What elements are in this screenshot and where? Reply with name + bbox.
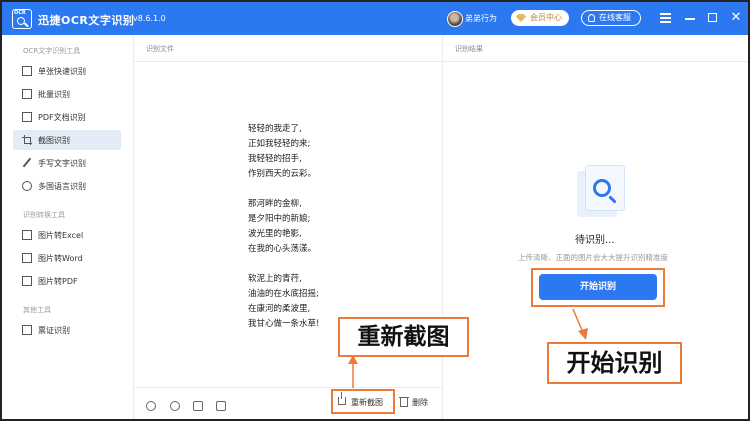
pdf-doc-icon [22,112,32,122]
sidebar-item-single-scan[interactable]: 单张快速识别 [13,61,121,81]
sidebar-item-label: 票证识别 [38,326,70,335]
poem-line: 波光里的艳影, [248,229,302,239]
service-label: 在线客服 [599,13,631,22]
poem-line: 轻轻的我走了, [248,124,302,134]
online-service-button[interactable]: 在线客服 [581,10,641,26]
logo-text: OCR [14,10,26,16]
zoom-in-icon[interactable] [146,401,156,411]
sidebar-item-multilang[interactable]: 多国语言识别 [13,176,121,196]
sidebar-item-pdf-doc[interactable]: PDF文档识别 [13,107,121,127]
start-callout: 开始识别 [547,342,682,384]
sidebar-item-label: 多国语言识别 [38,182,86,191]
delete-label: 删除 [412,398,428,407]
poem-line: 那河畔的金柳, [248,199,302,209]
batch-icon [22,89,32,99]
poem-line: 作别西天的云彩。 [248,169,317,179]
sidebar-item-label: 图片转Word [38,254,83,263]
sidebar-item-label: 单张快速识别 [38,67,86,76]
sidebar-item-batch[interactable]: 批量识别 [13,84,121,104]
poem-line: 是夕阳中的新娘; [248,214,311,224]
sidebar-item-label: 手写文字识别 [38,159,86,168]
maximize-icon[interactable] [706,10,720,26]
sidebar-item-excel[interactable]: 图片转Excel [13,225,121,245]
app-logo-icon: OCR [12,9,32,29]
single-scan-icon [22,66,32,76]
poem-line: 软泥上的青荇, [248,274,302,284]
recapture-callout: 重新截图 [338,317,469,357]
sidebar-item-label: 图片转PDF [38,277,78,286]
zoom-out-icon[interactable] [170,401,180,411]
menu-icon[interactable] [659,10,673,26]
user-icon [588,14,595,22]
start-recognition-button[interactable]: 开始识别 [539,274,657,300]
trash-icon [399,397,409,407]
sidebar-item-word[interactable]: 图片转Word [13,248,121,268]
sidebar-section-title: 识别转换工具 [23,211,65,219]
excel-icon [22,230,32,240]
poem-line: 我甘心做一条水草! [248,319,320,329]
fit-screen-icon[interactable] [216,401,226,411]
diamond-icon [516,14,526,22]
document-search-icon [571,165,631,217]
poem-line: 在康河的柔波里, [248,304,311,314]
app-window: OCR 迅捷OCR文字识别 v8.6.1.0 弟弟行为 会员中心 在线客服 ✕ … [0,0,750,421]
vip-label: 会员中心 [530,13,562,22]
sidebar: OCR文字识别工具 单张快速识别 批量识别 PDF文档识别 截图识别 手写文字识… [2,35,134,419]
poem-line: 正如我轻轻的来; [248,139,311,149]
upload-hint: 上传清晰、正面的图片会大大提升识别精准度 [518,253,668,262]
sidebar-section-title: 其他工具 [23,306,51,314]
rotate-icon[interactable] [193,401,203,411]
poem-line: 我轻轻的招手, [248,154,302,164]
app-title: 迅捷OCR文字识别 [38,14,135,27]
vip-center-button[interactable]: 会员中心 [511,10,569,26]
globe-icon [22,181,32,191]
sidebar-item-screenshot[interactable]: 截图识别 [13,130,121,150]
sidebar-section-title: OCR文字识别工具 [23,47,81,55]
app-version: v8.6.1.0 [133,14,166,23]
file-panel: 识别文件 轻轻的我走了, 正如我轻轻的来; 我轻轻的招手, 作别西天的云彩。 那… [134,35,443,419]
crop-icon [22,135,32,145]
sidebar-item-ticket[interactable]: 票证识别 [13,320,121,340]
username[interactable]: 弟弟行为 [465,13,497,24]
avatar[interactable] [447,11,463,27]
sidebar-item-handwriting[interactable]: 手写文字识别 [13,153,121,173]
sidebar-item-label: PDF文档识别 [38,113,86,122]
close-icon[interactable]: ✕ [729,10,743,26]
pen-icon [22,158,32,168]
file-panel-title: 识别文件 [146,45,174,53]
poem-line: 油油的在水底招摇; [248,289,319,299]
sidebar-item-label: 图片转Excel [38,231,84,240]
sidebar-item-pdf[interactable]: 图片转PDF [13,271,121,291]
result-panel-title: 识别结果 [455,45,483,53]
ticket-icon [22,325,32,335]
poem-line: 在我的心头荡漾。 [248,244,317,254]
sidebar-item-label: 截图识别 [38,136,70,145]
minimize-icon[interactable] [683,10,697,26]
title-bar: OCR 迅捷OCR文字识别 v8.6.1.0 弟弟行为 会员中心 在线客服 ✕ [2,2,748,35]
recapture-highlight [331,389,395,414]
waiting-status: 待识别... [575,235,615,246]
word-icon [22,253,32,263]
pdf-icon [22,276,32,286]
sidebar-item-label: 批量识别 [38,90,70,99]
